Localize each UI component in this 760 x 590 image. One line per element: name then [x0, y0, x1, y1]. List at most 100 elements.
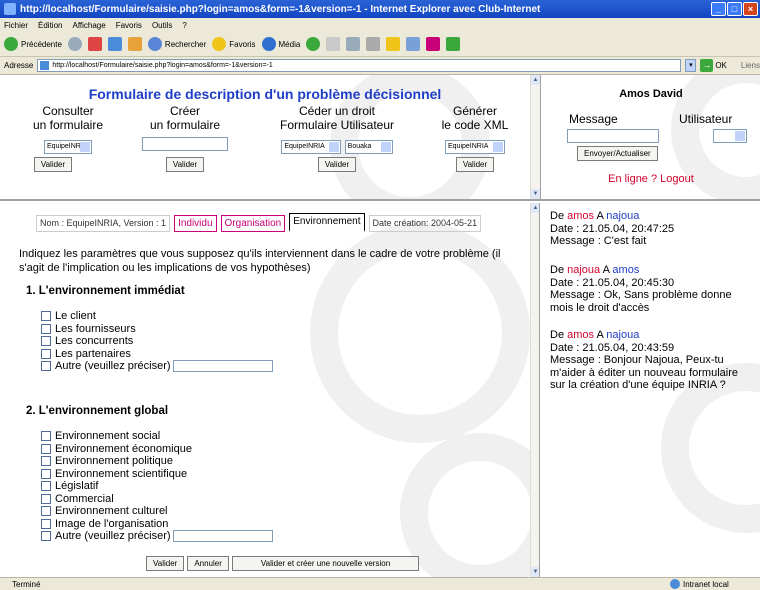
cede-form-select[interactable]: EquipeINRIA	[281, 140, 342, 154]
checkbox-row[interactable]: Les partenaires	[41, 348, 273, 361]
minimize-button[interactable]: _	[711, 2, 726, 16]
checkbox-row[interactable]: Commercial	[41, 493, 273, 506]
window-titlebar: http://localhost/Formulaire/saisie.php?l…	[0, 0, 760, 18]
favorites-button[interactable]: Favoris	[212, 37, 256, 51]
form-info: Nom : EquipeINRIA, Version : 1	[36, 215, 171, 232]
other-input[interactable]	[172, 360, 273, 373]
scroll-down-icon[interactable]: ▼	[531, 189, 540, 199]
checkbox[interactable]	[41, 481, 51, 492]
form-actions: Valider Annuler Valider et créer une nou…	[146, 556, 420, 571]
messenger-icon[interactable]	[406, 37, 421, 51]
print-icon[interactable]	[346, 37, 361, 51]
status-text: Terminé	[12, 579, 41, 589]
menu-affichage[interactable]: Affichage	[72, 21, 105, 30]
stop-icon[interactable]	[87, 37, 102, 51]
sender: amos	[567, 329, 595, 341]
cancel-button[interactable]: Annuler	[187, 556, 229, 571]
online-link[interactable]: En ligne ?	[608, 173, 657, 185]
checkbox-row[interactable]: Autre (veuillez préciser)	[41, 360, 273, 373]
menu-outils[interactable]: Outils	[152, 21, 172, 30]
logout-link[interactable]: Logout	[660, 173, 694, 185]
home-icon[interactable]	[127, 37, 142, 51]
tab-organisation[interactable]: Organisation	[220, 215, 286, 232]
address-bar: Adresse http://localhost/Formulaire/sais…	[0, 57, 760, 75]
checkbox-row[interactable]: Environnement économique	[41, 443, 273, 456]
checkbox[interactable]	[41, 361, 51, 372]
xml-form-select[interactable]: EquipeINRIA	[445, 140, 505, 154]
checkbox[interactable]	[41, 493, 51, 504]
checkbox-row[interactable]: Environnement culturel	[41, 505, 273, 518]
scroll-up-icon[interactable]: ▲	[531, 75, 540, 85]
forward-arrow-icon[interactable]	[67, 37, 82, 51]
address-dropdown-icon[interactable]: ▾	[685, 59, 697, 72]
refresh-icon[interactable]	[107, 37, 122, 51]
history-icon[interactable]	[306, 37, 321, 51]
checkbox-row[interactable]: Environnement scientifique	[41, 468, 273, 481]
validate-new-version-button[interactable]: Valider et créer une nouvelle version	[231, 556, 420, 571]
checkbox[interactable]	[41, 518, 51, 529]
form-scrollbar[interactable]: ▲ ▼	[530, 203, 539, 577]
checkbox-row[interactable]: Les fournisseurs	[41, 323, 273, 336]
checkbox-row[interactable]: Environnement social	[41, 430, 273, 443]
mail-icon[interactable]	[326, 37, 341, 51]
close-button[interactable]: ×	[743, 2, 758, 16]
go-button[interactable]: → OK	[700, 59, 727, 72]
checkbox[interactable]	[41, 468, 51, 479]
other-input[interactable]	[172, 530, 273, 543]
menu-fichier[interactable]: Fichier	[4, 21, 28, 30]
create-validate-button[interactable]: Valider	[165, 157, 205, 172]
checkbox-row[interactable]: Autre (veuillez préciser)	[41, 530, 273, 543]
checkbox[interactable]	[41, 443, 51, 454]
checkbox[interactable]	[41, 431, 51, 442]
checkbox[interactable]	[41, 323, 51, 334]
sender: najoua	[567, 264, 601, 276]
cede-user-select[interactable]: Bouaka	[344, 140, 393, 154]
tab-environnement[interactable]: Environnement	[289, 213, 365, 232]
checkbox[interactable]	[41, 311, 51, 322]
scroll-down-icon[interactable]: ▼	[531, 567, 539, 577]
cede-right-column: Céder un droit Formulaire Utilisateur Eq…	[272, 104, 402, 172]
checkbox-row[interactable]: Les concurrents	[41, 335, 273, 348]
zone-indicator: Intranet local	[670, 579, 760, 589]
menu-favoris[interactable]: Favoris	[116, 21, 142, 30]
users-icon[interactable]	[446, 37, 461, 51]
checkbox[interactable]	[41, 348, 51, 359]
links-label[interactable]: Liens	[741, 61, 760, 70]
create-form-input[interactable]	[142, 137, 228, 151]
validate-button[interactable]: Valider	[146, 556, 185, 571]
consult-validate-button[interactable]: Valider	[33, 157, 73, 172]
scroll-up-icon[interactable]: ▲	[531, 203, 539, 213]
xml-validate-button[interactable]: Valider	[455, 157, 495, 172]
cede-validate-button[interactable]: Valider	[317, 157, 357, 172]
menu-edition[interactable]: Édition	[38, 21, 62, 30]
tab-individu[interactable]: Individu	[174, 215, 217, 232]
tools-icon[interactable]	[426, 37, 441, 51]
address-input[interactable]: http://localhost/Formulaire/saisie.php?l…	[37, 59, 682, 72]
status-bar: Terminé Intranet local	[0, 577, 760, 590]
search-icon	[147, 37, 162, 51]
send-refresh-button[interactable]: Envoyer/Actualiser	[577, 146, 658, 161]
xml-column: Générer le code XML EquipeINRIA Valider	[435, 104, 515, 172]
checkbox[interactable]	[41, 506, 51, 517]
maximize-button[interactable]: □	[727, 2, 742, 16]
message-input[interactable]	[567, 129, 659, 143]
menu-help[interactable]: ?	[182, 21, 186, 30]
search-button[interactable]: Rechercher	[147, 37, 206, 51]
consult-column: Consulter un formulaire EquipeINRIA Vali…	[18, 104, 118, 172]
consult-form-select[interactable]: EquipeINRIA	[44, 140, 92, 154]
checkbox[interactable]	[41, 336, 51, 347]
checkbox-row[interactable]: Législatif	[41, 480, 273, 493]
back-button[interactable]: Précédente	[4, 37, 62, 51]
checkbox-row[interactable]: Le client	[41, 310, 273, 323]
folder-icon[interactable]	[386, 37, 401, 51]
header-frame: Formulaire de description d'un problème …	[0, 75, 540, 201]
checkbox[interactable]	[41, 531, 51, 542]
header-scrollbar[interactable]: ▲ ▼	[530, 75, 540, 199]
recipient-select[interactable]	[713, 129, 747, 143]
media-button[interactable]: Média	[261, 37, 300, 51]
checkbox-row[interactable]: Environnement politique	[41, 455, 273, 468]
edit-icon[interactable]	[366, 37, 381, 51]
checkbox[interactable]	[41, 456, 51, 467]
menu-bar: Fichier Édition Affichage Favoris Outils…	[0, 18, 760, 32]
checkbox-row[interactable]: Image de l'organisation	[41, 518, 273, 531]
